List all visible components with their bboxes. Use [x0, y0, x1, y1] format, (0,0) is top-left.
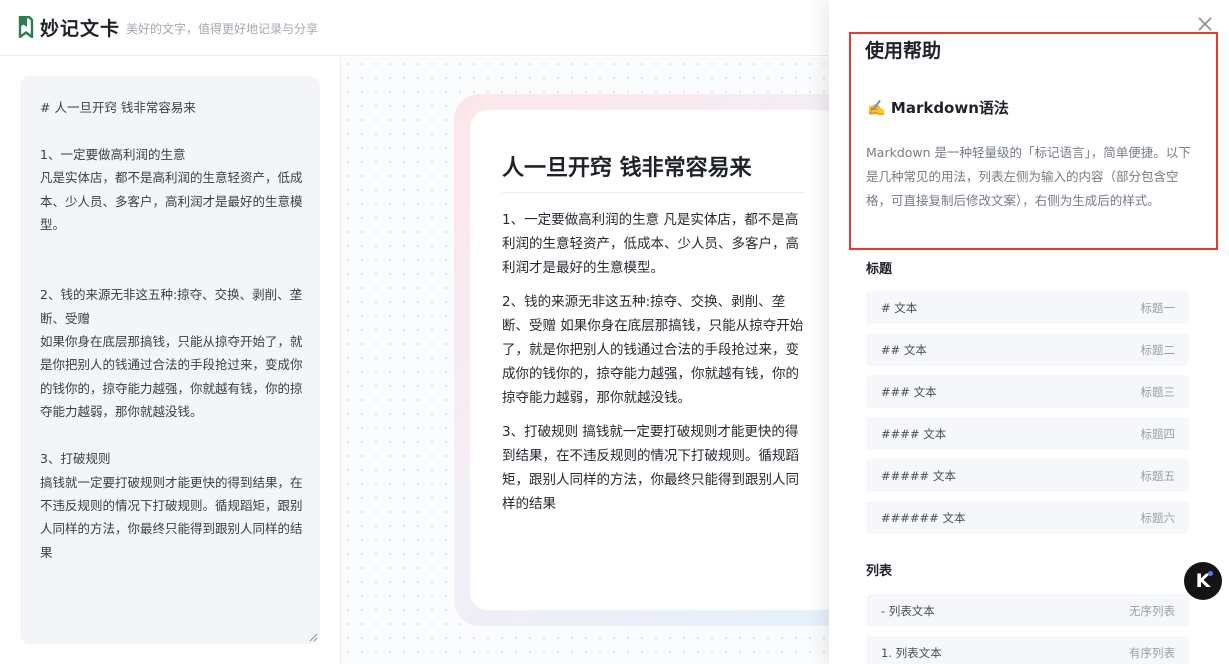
syntax-input: 1. 列表文本	[881, 646, 942, 660]
syntax-input: ### 文本	[881, 385, 937, 399]
syntax-input: ###### 文本	[881, 511, 966, 525]
card-title: 人一旦开窍 钱非常容易来	[502, 156, 752, 181]
syntax-row-unordered-list[interactable]: - 列表文本 无序列表	[866, 594, 1189, 627]
markdown-editor[interactable]: # 人一旦开窍 钱非常容易来 1、一定要做高利润的生意 凡是实体店，都不是高利润…	[20, 76, 320, 644]
syntax-output: 标题三	[1140, 385, 1176, 399]
list-section-title: 列表	[866, 564, 893, 579]
resize-grip-icon[interactable]	[308, 632, 318, 642]
app-slogan: 美好的文字，值得更好地记录与分享	[126, 22, 319, 36]
syntax-row-ordered-list[interactable]: 1. 列表文本 有序列表	[866, 636, 1189, 664]
card-paragraph: 3、打破规则 搞钱就一定要打破规则才能更快的得到结果，在不违反规则的情况下打破规…	[502, 424, 799, 512]
card-paragraph: 1、一定要做高利润的生意 凡是实体店，都不是高利润的生意轻资产，低成本、少人员、…	[502, 212, 799, 276]
syntax-output: 标题六	[1140, 511, 1176, 525]
syntax-row-h6[interactable]: ###### 文本 标题六	[866, 501, 1189, 534]
syntax-row-h1[interactable]: # 文本 标题一	[866, 291, 1189, 324]
syntax-row-h5[interactable]: ##### 文本 标题五	[866, 459, 1189, 492]
markdown-description: Markdown 是一种轻量级的「标记语言」，简单便捷。以下是几种常见的用法，列…	[866, 145, 1191, 208]
syntax-output: 标题一	[1140, 301, 1176, 315]
syntax-output: 标题二	[1140, 343, 1176, 357]
syntax-row-h3[interactable]: ### 文本 标题三	[866, 375, 1189, 408]
markdown-syntax-heading: ✍️ Markdown语法	[867, 99, 1009, 117]
card-divider	[502, 192, 806, 193]
syntax-output: 无序列表	[1129, 604, 1175, 618]
badge-dot	[1208, 571, 1213, 576]
syntax-input: - 列表文本	[881, 604, 935, 618]
assistant-badge-icon[interactable]: K	[1184, 562, 1222, 600]
card-body: 1、一定要做高利润的生意 凡是实体店，都不是高利润的生意轻资产，低成本、少人员、…	[502, 208, 808, 526]
syntax-input: # 文本	[881, 301, 918, 315]
card-paragraph: 2、钱的来源无非这五种:掠夺、交换、剥削、垄断、受赠 如果你身在底层那搞钱，只能…	[502, 294, 804, 406]
syntax-row-h4[interactable]: #### 文本 标题四	[866, 417, 1189, 450]
syntax-output: 标题五	[1140, 469, 1176, 483]
help-drawer: 使用帮助 ✍️ Markdown语法 Markdown 是一种轻量级的「标记语言…	[829, 0, 1229, 664]
syntax-output: 标题四	[1140, 427, 1176, 441]
syntax-output: 有序列表	[1129, 646, 1175, 660]
help-title: 使用帮助	[865, 40, 942, 62]
syntax-input: #### 文本	[881, 427, 947, 441]
preview-card[interactable]: 人一旦开窍 钱非常容易来 1、一定要做高利润的生意 凡是实体店，都不是高利润的生…	[470, 110, 840, 610]
close-icon[interactable]	[1195, 14, 1215, 34]
syntax-input: ## 文本	[881, 343, 927, 357]
bookmark-logo-icon[interactable]	[18, 16, 34, 38]
syntax-row-h2[interactable]: ## 文本 标题二	[866, 333, 1189, 366]
syntax-input: ##### 文本	[881, 469, 956, 483]
markdown-textarea[interactable]: # 人一旦开窍 钱非常容易来 1、一定要做高利润的生意 凡是实体店，都不是高利润…	[40, 96, 308, 564]
app-title[interactable]: 妙记文卡	[40, 14, 120, 41]
heading-section-title: 标题	[866, 262, 893, 277]
